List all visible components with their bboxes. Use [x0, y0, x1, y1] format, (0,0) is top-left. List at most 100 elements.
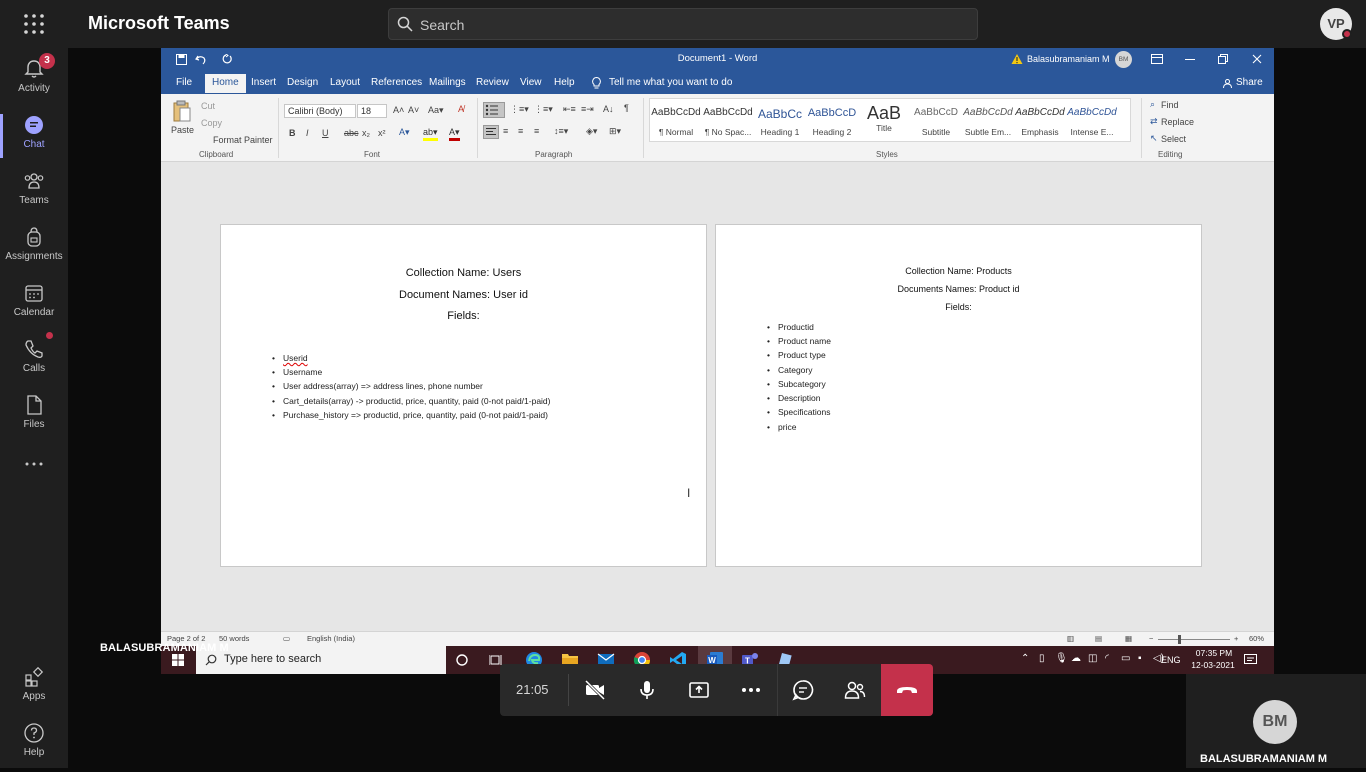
web-layout-icon[interactable]: ▦: [1125, 634, 1132, 643]
tab-home[interactable]: Home: [205, 74, 246, 93]
zoom-out-button[interactable]: −: [1149, 634, 1153, 643]
bullets-button[interactable]: [483, 102, 505, 118]
ribbon-display-icon[interactable]: [1151, 54, 1163, 64]
rail-item-calls[interactable]: Calls: [0, 332, 68, 388]
shrink-font-button[interactable]: A˅: [408, 105, 419, 115]
document-page-1[interactable]: Collection Name: Users Document Names: U…: [220, 224, 707, 567]
tray-battery-icon[interactable]: ▭: [1121, 653, 1130, 664]
rail-item-calendar[interactable]: Calendar: [0, 276, 68, 332]
tab-design[interactable]: Design: [287, 77, 318, 88]
tray-chevron-icon[interactable]: ⌃: [1021, 653, 1029, 664]
grow-font-button[interactable]: A˄: [393, 105, 404, 115]
cortana-icon[interactable]: [456, 654, 468, 666]
zoom-slider-handle[interactable]: [1178, 635, 1181, 644]
tray-mic-icon[interactable]: 🎙︎: [1055, 653, 1068, 664]
proofing-icon[interactable]: ▭: [283, 634, 290, 643]
rail-item-apps[interactable]: Apps: [0, 660, 68, 716]
show-participants-button[interactable]: [829, 664, 881, 716]
style-intense-emphasis[interactable]: AaBbCcDd Intense E...: [1066, 107, 1118, 137]
document-area[interactable]: Collection Name: Users Document Names: U…: [161, 163, 1274, 631]
decrease-indent-button[interactable]: ⇤≡: [563, 104, 576, 115]
rail-item-help[interactable]: Help: [0, 716, 68, 772]
tab-review[interactable]: Review: [476, 77, 509, 88]
subscript-button[interactable]: x₂: [362, 128, 370, 138]
strikethrough-button[interactable]: abc: [344, 128, 359, 138]
text-effects-icon[interactable]: A▾: [399, 127, 410, 138]
tab-help[interactable]: Help: [554, 77, 575, 88]
rail-item-assignments[interactable]: Assignments: [0, 220, 68, 276]
zoom-level[interactable]: 60%: [1249, 634, 1264, 643]
zoom-in-button[interactable]: +: [1234, 634, 1238, 643]
change-case-button[interactable]: Aa▾: [428, 105, 444, 116]
minimize-icon[interactable]: [1185, 59, 1195, 61]
style-heading-1[interactable]: AaBbCc Heading 1: [754, 107, 806, 137]
restore-icon[interactable]: [1218, 54, 1228, 64]
style-title[interactable]: AaB Title: [858, 103, 910, 133]
more-actions-button[interactable]: [725, 664, 777, 716]
tab-view[interactable]: View: [520, 77, 542, 88]
cut-button[interactable]: Cut: [201, 101, 215, 111]
account-avatar[interactable]: BM: [1115, 51, 1132, 68]
camera-toggle-button[interactable]: [569, 664, 621, 716]
document-page-2[interactable]: Collection Name: Products Documents Name…: [715, 224, 1202, 567]
style-subtitle[interactable]: AaBbCcD Subtitle: [910, 107, 962, 137]
tray-network-icon[interactable]: ▪: [1138, 653, 1142, 664]
input-language[interactable]: ENG: [1161, 655, 1181, 665]
print-layout-icon[interactable]: ▤: [1095, 634, 1102, 643]
highlight-icon[interactable]: ab▾: [423, 127, 438, 141]
search-input[interactable]: Search: [388, 8, 978, 40]
read-mode-icon[interactable]: ▥: [1067, 634, 1074, 643]
font-name-select[interactable]: Calibri (Body): [284, 104, 356, 118]
tray-cloud-icon[interactable]: ☁: [1071, 653, 1081, 664]
clear-formatting-icon[interactable]: A̸: [458, 104, 464, 114]
borders-button[interactable]: ⊞▾: [609, 126, 621, 137]
select-button[interactable]: Select: [1161, 134, 1186, 144]
clock-time[interactable]: 07:35 PM: [1189, 648, 1239, 658]
style-normal[interactable]: AaBbCcDd ¶ Normal: [650, 107, 702, 137]
tab-mailings[interactable]: Mailings: [429, 77, 466, 88]
tell-me-search[interactable]: Tell me what you want to do: [609, 77, 732, 88]
bold-button[interactable]: B: [289, 128, 296, 138]
increase-indent-button[interactable]: ≡⇥: [581, 104, 594, 115]
notification-center-icon[interactable]: [1244, 654, 1257, 666]
leave-call-button[interactable]: [881, 664, 933, 716]
copy-button[interactable]: Copy: [201, 118, 222, 128]
align-right-button[interactable]: ≡: [518, 126, 523, 136]
numbering-button[interactable]: ⋮≡▾: [510, 104, 529, 115]
share-button[interactable]: Share: [1236, 77, 1263, 88]
align-center-button[interactable]: ≡: [503, 126, 508, 136]
tray-shield-icon[interactable]: ◫: [1088, 653, 1097, 664]
superscript-button[interactable]: x²: [378, 128, 386, 138]
account-name[interactable]: Balasubramaniam M: [1027, 54, 1110, 64]
shading-button[interactable]: ◈▾: [586, 126, 597, 137]
rail-item-activity[interactable]: Activity: [0, 52, 68, 108]
app-launcher-icon[interactable]: [22, 12, 46, 36]
italic-button[interactable]: I: [306, 128, 309, 138]
tray-wifi-icon[interactable]: ◜: [1105, 653, 1109, 664]
format-painter-button[interactable]: Format Painter: [213, 135, 273, 145]
participant-tile[interactable]: BM BALASUBRAMANIAM M: [1186, 674, 1366, 768]
font-color-icon[interactable]: A▾: [449, 127, 460, 141]
show-conversation-button[interactable]: [777, 664, 829, 716]
close-icon[interactable]: [1252, 54, 1262, 64]
rail-item-teams[interactable]: Teams: [0, 164, 68, 220]
style-emphasis[interactable]: AaBbCcDd Emphasis: [1014, 107, 1066, 137]
tab-file[interactable]: File: [176, 77, 192, 88]
style-subtle-emphasis[interactable]: AaBbCcDd Subtle Em...: [962, 107, 1014, 137]
style-heading-2[interactable]: AaBbCcD Heading 2: [806, 107, 858, 137]
paste-label[interactable]: Paste: [171, 125, 194, 135]
show-formatting-marks-button[interactable]: ¶: [624, 103, 629, 113]
font-size-select[interactable]: 18: [357, 104, 387, 118]
find-button[interactable]: Find: [1161, 100, 1179, 110]
windows-start-icon[interactable]: [172, 654, 184, 666]
multilevel-list-button[interactable]: ⋮≡▾: [534, 104, 553, 115]
zoom-slider[interactable]: [1158, 639, 1230, 640]
rail-item-files[interactable]: Files: [0, 388, 68, 444]
line-spacing-button[interactable]: ↕≡▾: [554, 126, 568, 137]
tab-insert[interactable]: Insert: [251, 77, 276, 88]
replace-button[interactable]: Replace: [1161, 117, 1194, 127]
paste-icon[interactable]: [173, 100, 191, 122]
tab-references[interactable]: References: [371, 77, 422, 88]
taskbar-search-input[interactable]: Type here to search: [196, 646, 446, 674]
mic-toggle-button[interactable]: [621, 664, 673, 716]
